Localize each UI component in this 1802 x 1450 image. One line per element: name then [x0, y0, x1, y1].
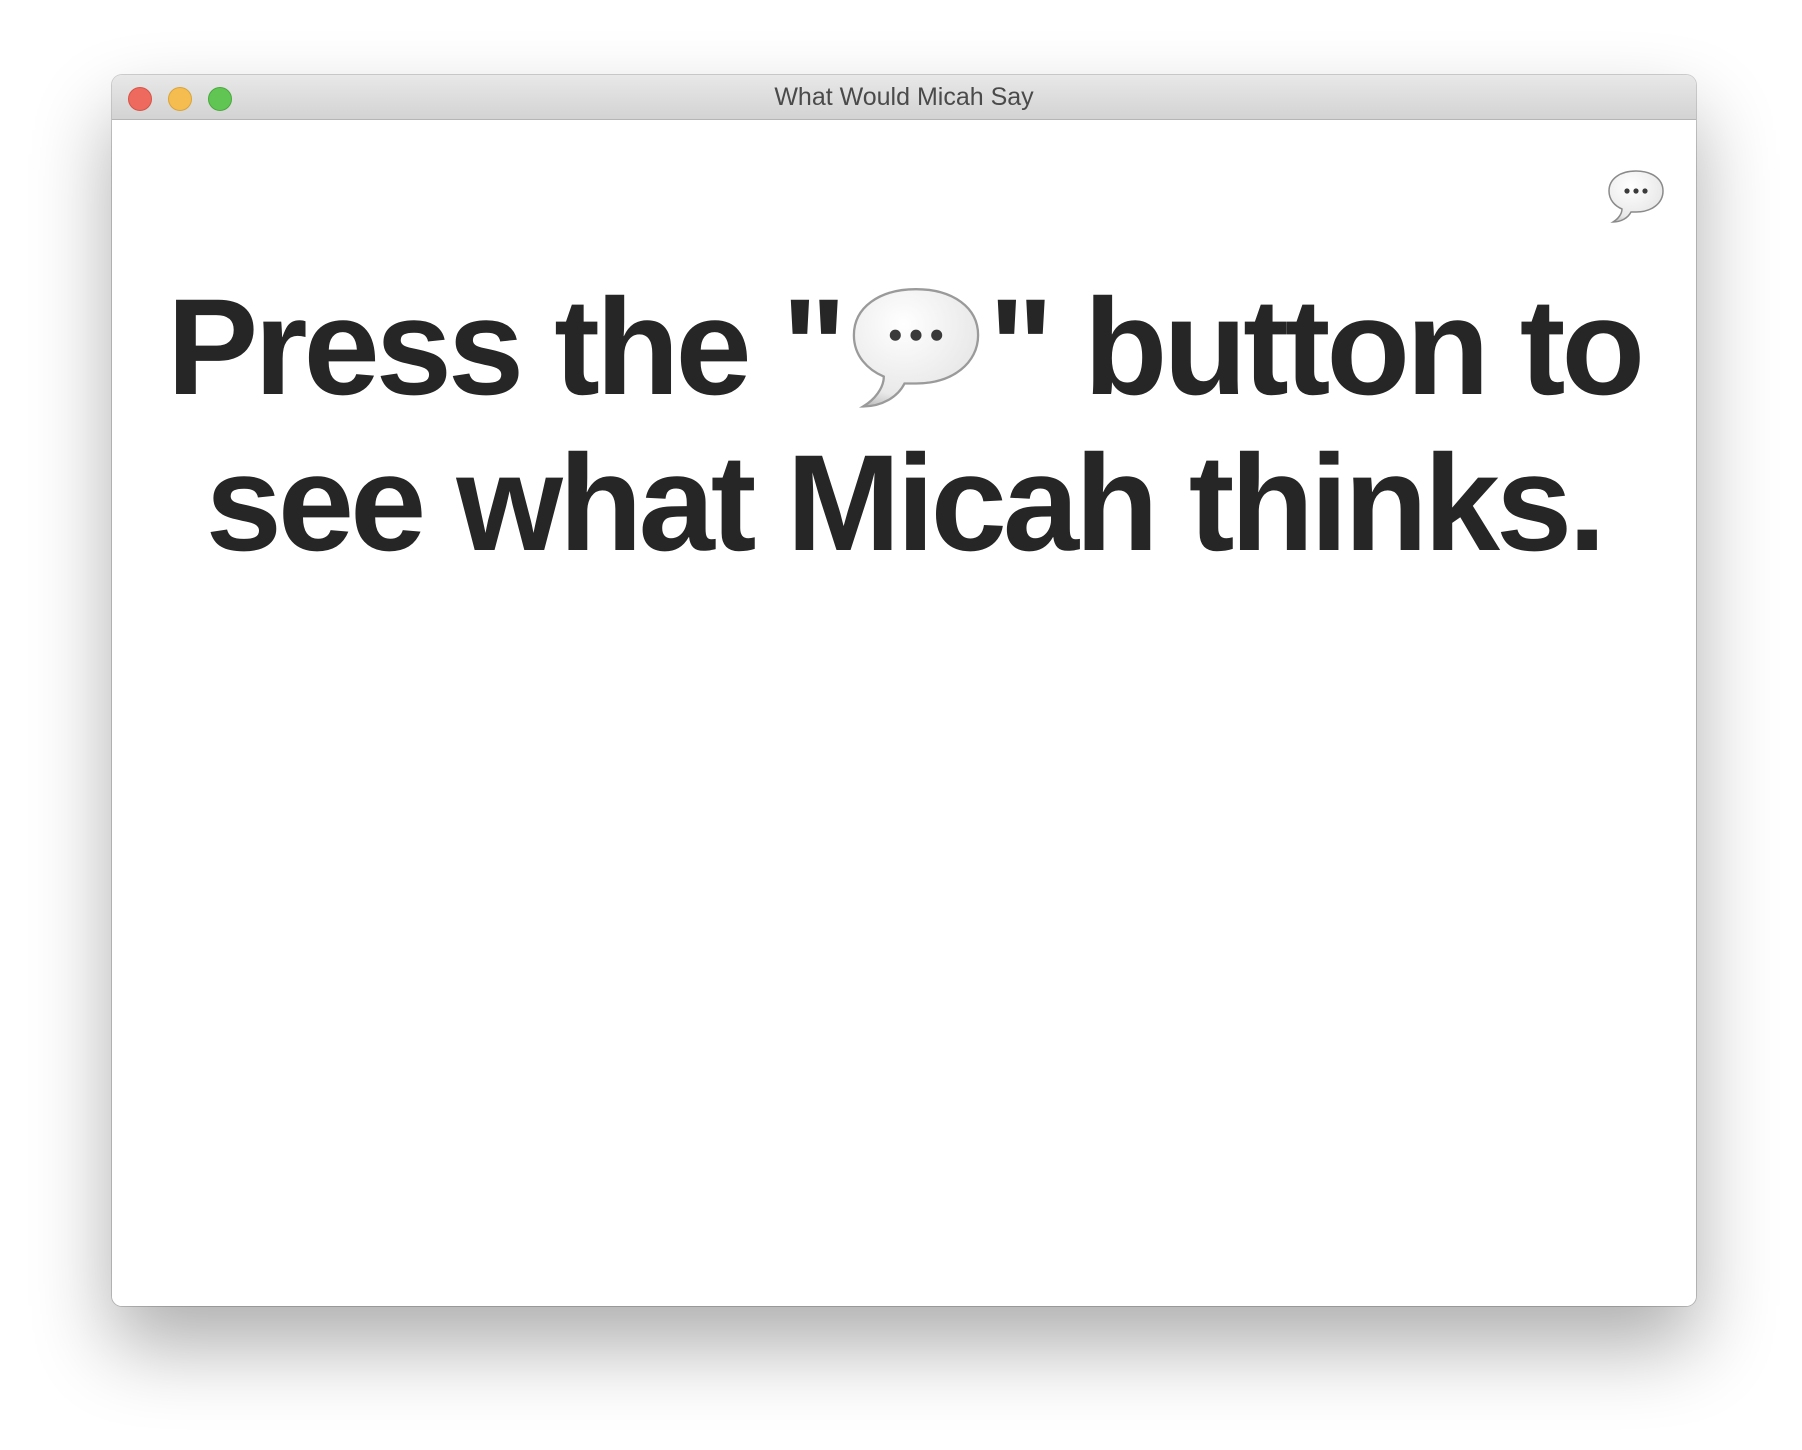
instruction-text-before: Press the " — [166, 271, 847, 424]
title-bar[interactable]: What Would Micah Say — [112, 75, 1696, 120]
speech-balloon-icon — [1608, 170, 1664, 223]
speech-balloon-button[interactable] — [1606, 168, 1666, 226]
desktop: What Would Micah Say Press the " " butto… — [0, 0, 1802, 1450]
instruction-message: Press the " " button to see what Micah t… — [152, 270, 1656, 582]
app-window: What Would Micah Say Press the " " butto… — [112, 75, 1696, 1306]
main-content: Press the " " button to see what Micah t… — [112, 120, 1696, 1306]
speech-balloon-icon — [847, 282, 985, 416]
window-title: What Would Micah Say — [774, 83, 1034, 111]
